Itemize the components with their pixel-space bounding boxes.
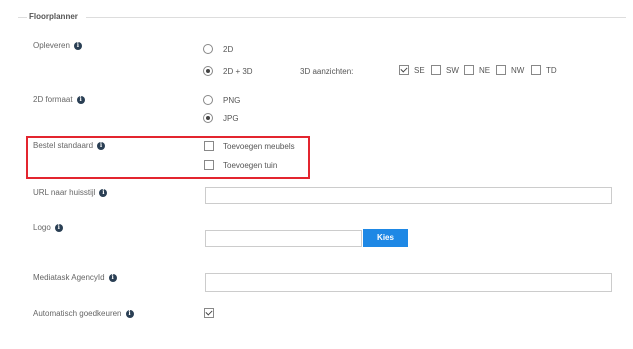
toevoegen-meubels-label: Toevoegen meubels: [223, 142, 295, 151]
view-td-checkbox[interactable]: [531, 65, 541, 75]
auto-approve-label: Automatisch goedkeuren i: [33, 309, 134, 318]
view-nw-checkbox[interactable]: [496, 65, 506, 75]
info-icon[interactable]: i: [108, 273, 117, 282]
info-icon[interactable]: i: [125, 309, 134, 318]
toevoegen-meubels-checkbox[interactable]: [204, 141, 214, 151]
radio-png-label: PNG: [223, 96, 241, 105]
radio-jpg-label: JPG: [223, 114, 239, 123]
view-se-checkbox[interactable]: [399, 65, 409, 75]
view-sw-checkbox[interactable]: [431, 65, 441, 75]
radio-png[interactable]: [203, 95, 213, 105]
radio-jpg[interactable]: [203, 113, 213, 123]
bestel-label: Bestel standaard i: [33, 141, 106, 150]
auto-approve-checkbox[interactable]: [204, 308, 214, 318]
views-label: 3D aanzichten:: [300, 67, 354, 76]
agency-id-input[interactable]: [205, 273, 612, 292]
radio-2d-3d[interactable]: [203, 66, 213, 76]
logo-file-input[interactable]: [205, 230, 362, 247]
radio-2d[interactable]: [203, 44, 213, 54]
agency-label-text: Mediatask AgencyId: [33, 273, 105, 282]
view-sw-label: SW: [446, 66, 459, 75]
huisstijl-label-text: URL naar huisstijl: [33, 188, 96, 197]
info-icon[interactable]: i: [76, 95, 85, 104]
toevoegen-tuin-checkbox[interactable]: [204, 160, 214, 170]
logo-label-text: Logo: [33, 223, 51, 232]
agency-label: Mediatask AgencyId i: [33, 273, 117, 282]
opleveren-label: Opleveren i: [33, 41, 82, 50]
formaat-label-text: 2D formaat: [33, 95, 73, 104]
section-title: Floorplanner: [29, 12, 78, 21]
kies-button[interactable]: Kies: [363, 229, 408, 247]
toevoegen-tuin-label: Toevoegen tuin: [223, 161, 278, 170]
info-icon[interactable]: i: [73, 41, 82, 50]
view-se-label: SE: [414, 66, 425, 75]
huisstijl-url-input[interactable]: [205, 187, 612, 204]
logo-label: Logo i: [33, 223, 63, 232]
radio-2d-label: 2D: [223, 45, 234, 54]
auto-approve-label-text: Automatisch goedkeuren: [33, 309, 122, 318]
info-icon[interactable]: i: [97, 141, 106, 150]
view-nw-label: NW: [511, 66, 525, 75]
view-td-label: TD: [546, 66, 557, 75]
info-icon[interactable]: i: [99, 188, 108, 197]
view-ne-checkbox[interactable]: [464, 65, 474, 75]
fieldset-top-line-left: [18, 17, 27, 18]
formaat-label: 2D formaat i: [33, 95, 85, 104]
view-ne-label: NE: [479, 66, 491, 75]
info-icon[interactable]: i: [54, 223, 63, 232]
radio-2d-3d-label: 2D + 3D: [223, 67, 253, 76]
opleveren-label-text: Opleveren: [33, 41, 70, 50]
fieldset-top-line-right: [86, 17, 626, 18]
huisstijl-label: URL naar huisstijl i: [33, 188, 108, 197]
bestel-label-text: Bestel standaard: [33, 141, 94, 150]
